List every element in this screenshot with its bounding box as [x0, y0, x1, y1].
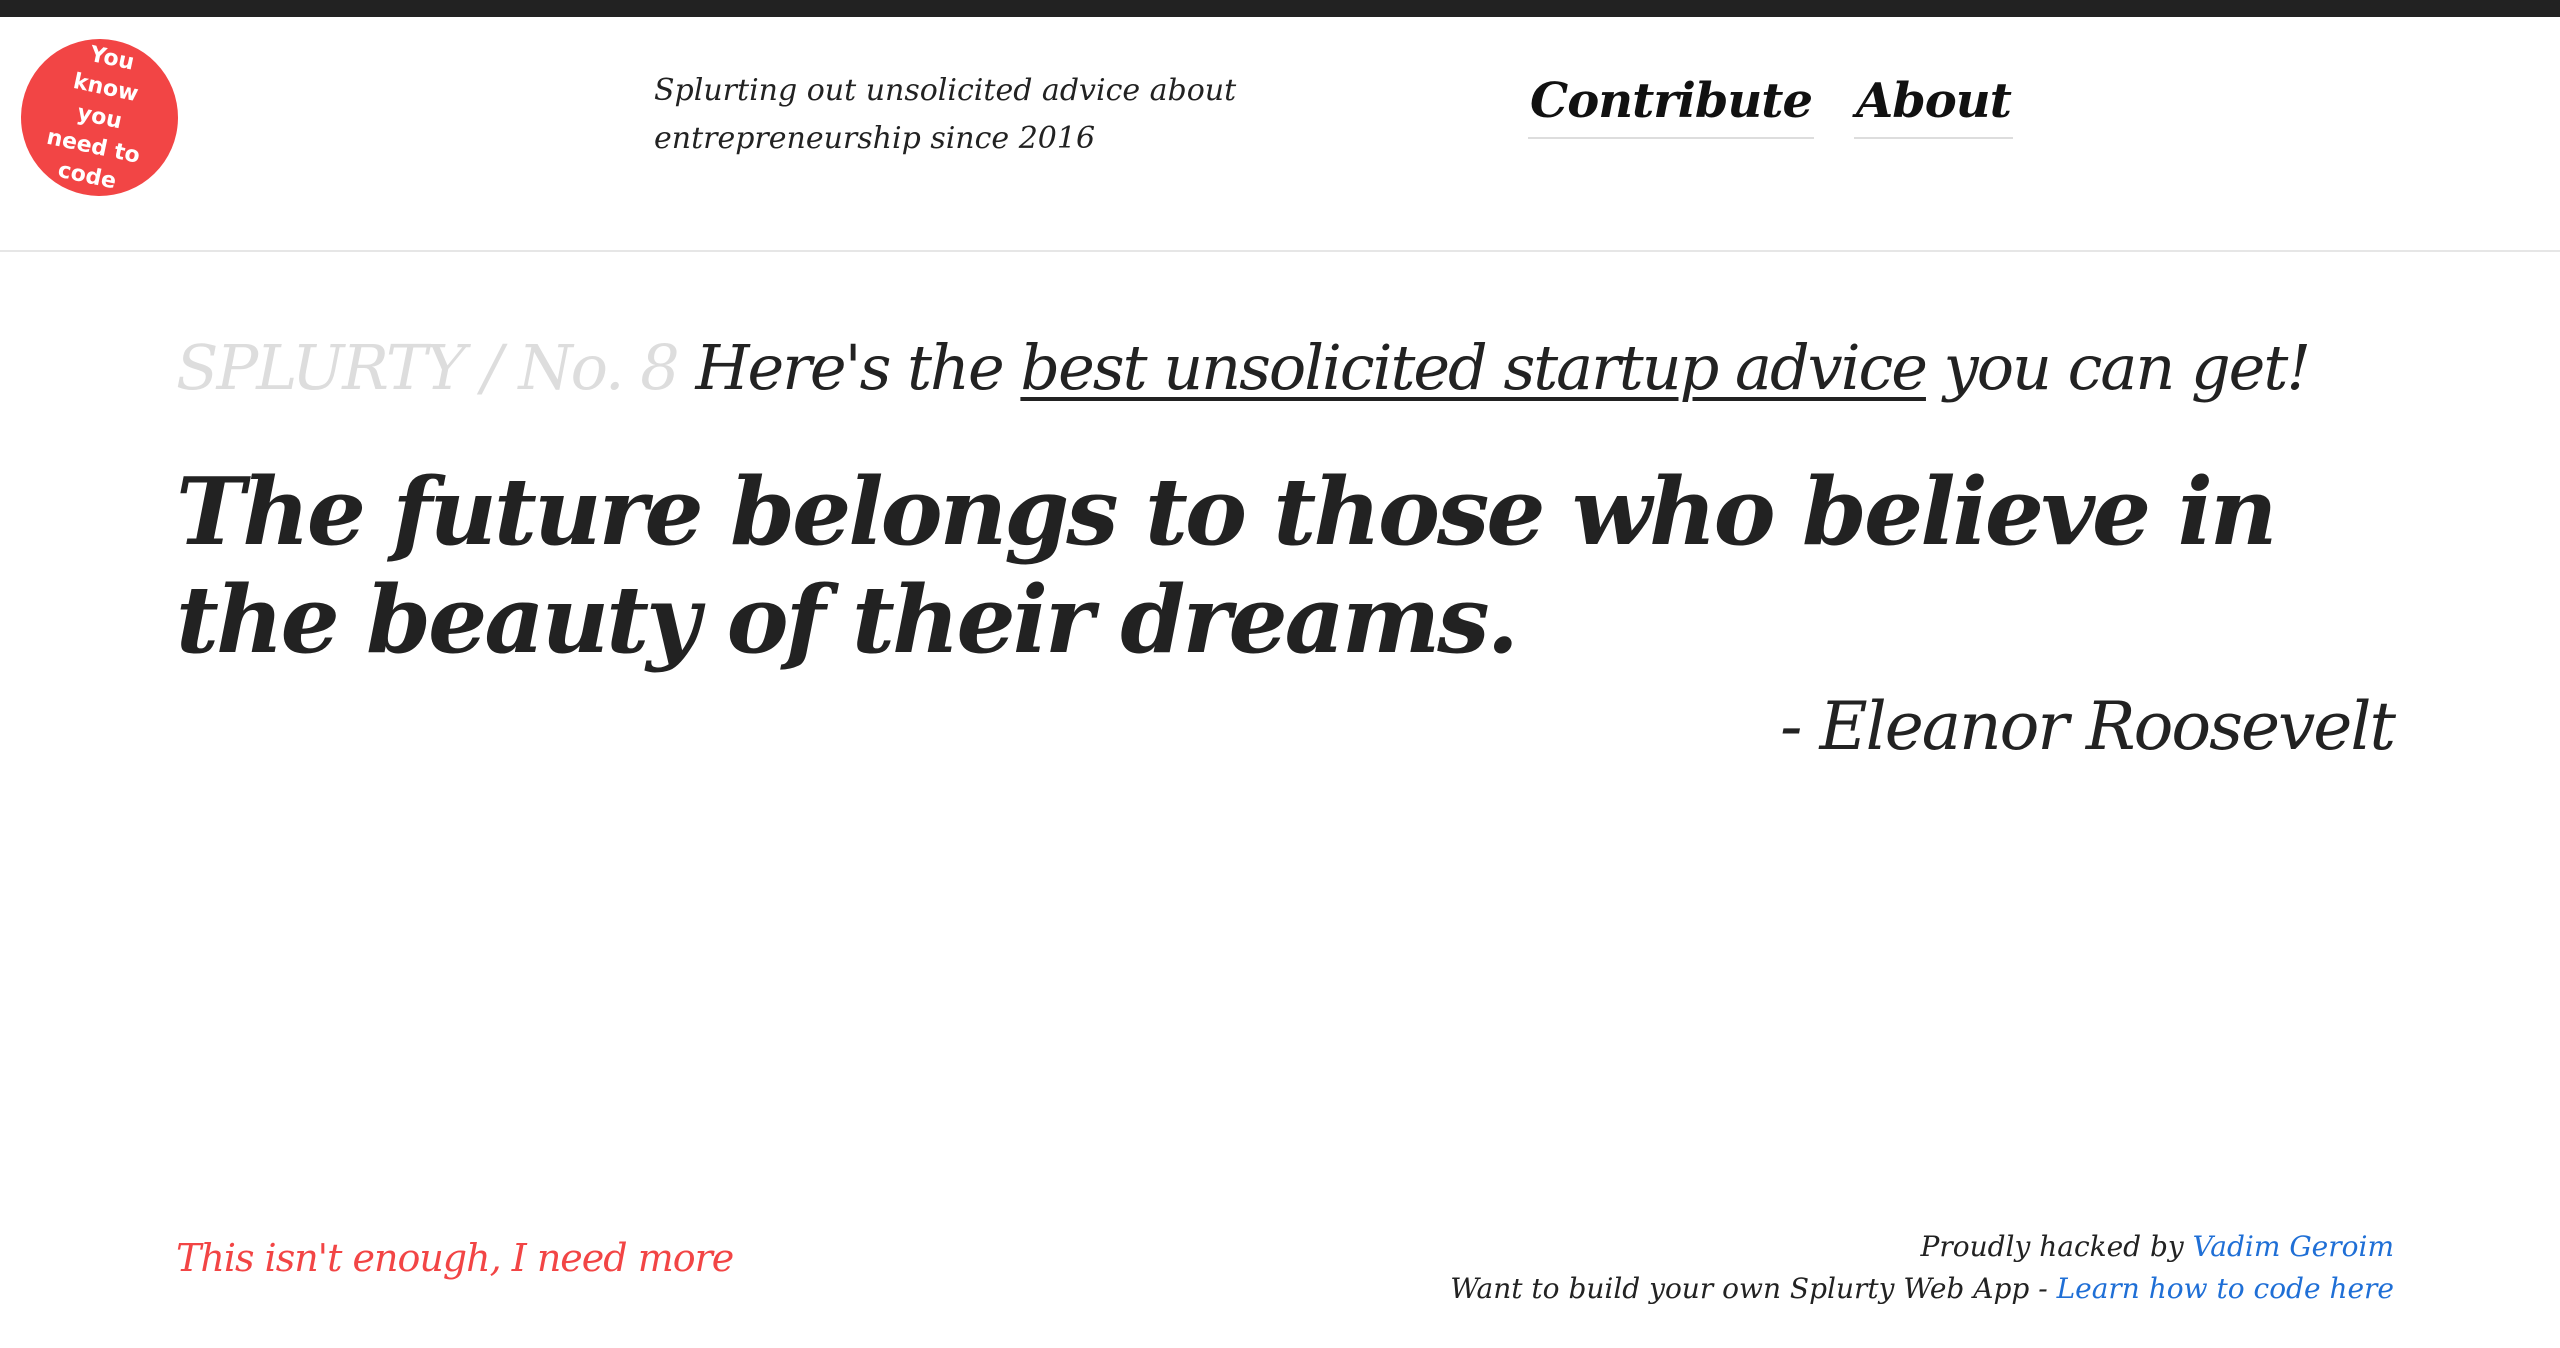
splurty-number: SPLURTY / No. 8 [176, 331, 680, 404]
badge-text: You know you need to code [44, 41, 143, 195]
main-nav: Contribute About [1528, 73, 2013, 139]
build-label: Want to build your own Splurty Web App - [1450, 1272, 2048, 1305]
quote-text: The future belongs to those who believe … [176, 457, 2278, 674]
page-heading: SPLURTY / No. 8 Here's the best unsolici… [176, 328, 2476, 408]
nav-about-link[interactable]: About [1853, 73, 2013, 139]
you-know-you-need-to-code-badge[interactable]: You know you need to code [6, 24, 193, 211]
author-link[interactable]: Vadim Geroim [2193, 1230, 2394, 1263]
site-header: You know you need to code Splurting out … [0, 17, 2560, 252]
footer-credits: Proudly hacked by Vadim Geroim Want to b… [1450, 1226, 2394, 1310]
learn-to-code-link[interactable]: Learn how to code here [2057, 1272, 2394, 1305]
heading-tail: you can get! [1943, 331, 2312, 404]
hacked-by-line: Proudly hacked by Vadim Geroim [1450, 1226, 2395, 1268]
top-bar [0, 0, 2560, 17]
heading-lead: Here's the [695, 331, 1004, 404]
nav-contribute-link[interactable]: Contribute [1528, 73, 1814, 139]
quote-author: - Eleanor Roosevelt [1780, 688, 2396, 765]
site-tagline: Splurting out unsolicited advice about e… [654, 73, 1237, 156]
best-advice-link[interactable]: best unsolicited startup advice [1020, 331, 1928, 404]
hacked-by-label: Proudly hacked by [1920, 1230, 2184, 1263]
build-your-own-line: Want to build your own Splurty Web App -… [1450, 1268, 2394, 1310]
more-quotes-link[interactable]: This isn't enough, I need more [176, 1228, 734, 1288]
